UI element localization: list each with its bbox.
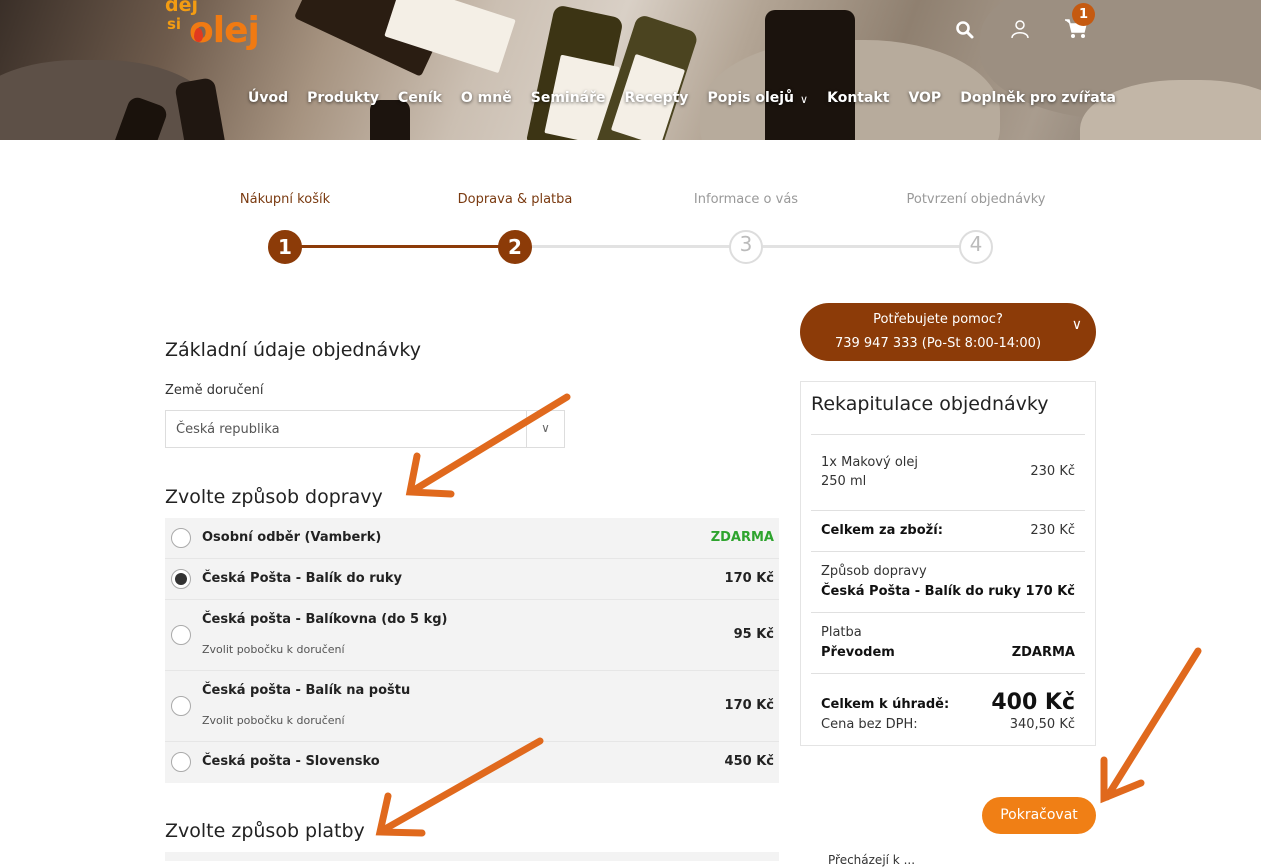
radio-button[interactable] [171,528,191,548]
shipping-option-subtitle[interactable]: Zvolit pobočku k doručení [202,714,345,727]
shipping-option-osobni[interactable]: Osobní odběr (Vamberk) ZDARMA [165,518,779,559]
payment-summary-price: ZDARMA [1011,645,1075,660]
shipping-summary-label: Způsob dopravy [821,564,927,579]
total-label: Celkem k úhradě: [821,697,950,712]
step-circle-3: 3 [729,230,763,264]
radio-button[interactable] [171,752,191,772]
payment-options-list[interactable] [165,852,779,861]
bottle-image [174,77,226,140]
shipping-option-balikovna[interactable]: Česká pošta - Balíkovna (do 5 kg) Zvolit… [165,600,779,671]
payment-title: Zvolte způsob platby [165,820,365,842]
radio-button[interactable] [171,696,191,716]
payment-summary-label: Platba [821,625,862,640]
chevron-down-icon[interactable]: ∨ [800,93,808,106]
shipping-option-balik-na-postu[interactable]: Česká pošta - Balík na poštu Zvolit pobo… [165,671,779,742]
payment-summary-name: Převodem [821,645,895,660]
nav-item-cenik[interactable]: Ceník [398,90,442,106]
logo-text-si: si [167,15,182,33]
main-nav: Úvod Produkty Ceník O mně Semináře Recep… [248,90,1116,106]
shipping-option-balik-do-ruky[interactable]: Česká Pošta - Balík do ruky 170 Kč [165,559,779,600]
search-icon[interactable] [955,20,975,40]
shipping-option-name: Osobní odběr (Vamberk) [202,530,382,545]
shipping-option-name: Česká pošta - Balík na poštu [202,683,411,698]
shipping-option-name: Česká pošta - Balíkovna (do 5 kg) [202,612,448,627]
basic-info-title: Základní údaje objednávky [165,339,421,361]
shipping-option-price: 170 Kč [724,571,774,586]
shipping-summary-price: 170 Kč [1025,584,1075,599]
user-icon[interactable] [1010,19,1030,39]
step-circle-4: 4 [959,230,993,264]
arrow-continue-head [1100,756,1145,804]
nav-item-kontakt[interactable]: Kontakt [827,90,889,106]
arrow-payment-head [375,792,426,837]
step-connector [530,245,730,248]
nav-item-vop[interactable]: VOP [908,90,941,106]
flame-icon [194,28,203,42]
divider [811,612,1085,613]
continue-button[interactable]: Pokračovat [982,797,1096,834]
item-name: 1x Makový olej [821,455,918,470]
goods-total-label: Celkem za zboží: [821,523,943,538]
shipping-option-price: 170 Kč [724,698,774,713]
radio-button[interactable] [171,625,191,645]
shipping-option-price: ZDARMA [710,530,774,545]
nav-item-recepty[interactable]: Recepty [625,90,689,106]
header-banner: dej si olej 1 Úvod Produkty Ceník O mně … [0,0,1261,140]
help-phone[interactable]: 739 947 333 (Po-St 8:00-14:00) [800,336,1076,351]
step-connector [760,245,960,248]
step-label-shipping: Doprava & platba [457,192,573,207]
chevron-down-icon[interactable]: ∨ [1072,317,1082,333]
divider [811,551,1085,552]
order-summary-title: Rekapitulace objednávky [811,393,1049,415]
country-select-value: Česká republika [176,422,280,437]
nav-item-uvod[interactable]: Úvod [248,90,288,106]
cart-count-badge: 1 [1072,3,1095,26]
shipping-option-price: 95 Kč [733,627,774,642]
bottle-image [765,10,855,140]
divider [811,510,1085,511]
nav-item-o-mne[interactable]: O mně [461,90,512,106]
nav-item-popis-oleju[interactable]: Popis olejů [707,90,794,106]
shipping-summary-name: Česká Pošta - Balík do ruky [821,584,1021,599]
country-select[interactable]: Česká republika ∨ [165,410,565,448]
step-circle-1[interactable]: 1 [268,230,302,264]
radio-button-selected[interactable] [171,569,191,589]
item-price: 230 Kč [1030,464,1075,479]
order-summary: Rekapitulace objednávky 1x Makový olej 2… [800,381,1096,746]
step-label-info: Informace o vás [693,192,799,207]
step-label-confirm: Potvrzení objednávky [906,192,1046,207]
bottle-image [370,100,410,140]
nav-item-seminare[interactable]: Semináře [531,90,606,106]
shipping-title: Zvolte způsob dopravy [165,486,383,508]
nav-item-produkty[interactable]: Produkty [307,90,379,106]
divider [811,673,1085,674]
divider [811,434,1085,435]
total-value: 400 Kč [991,690,1075,715]
net-price-value: 340,50 Kč [1009,717,1075,732]
step-circle-2: 2 [498,230,532,264]
goods-total-value: 230 Kč [1030,523,1075,538]
help-title: Potřebujete pomoc? [873,312,1003,327]
arrow-continue [1103,647,1202,801]
item-volume: 250 ml [821,474,867,489]
nav-item-doplnek[interactable]: Doplněk pro zvířata [960,90,1116,106]
help-box[interactable]: Potřebujete pomoc? 739 947 333 (Po-St 8:… [800,303,1096,361]
shipping-option-name: Česká Pošta - Balík do ruky [202,571,402,586]
chevron-down-icon: ∨ [526,411,564,447]
step-label-cart[interactable]: Nákupní košík [185,192,385,207]
shipping-option-price: 450 Kč [724,754,774,769]
bottom-cut-text: Přecházejí k ... [828,853,916,867]
arrow-shipping-head [405,452,455,498]
shipping-option-subtitle[interactable]: Zvolit pobočku k doručení [202,643,345,656]
shipping-option-name: Česká pošta - Slovensko [202,754,380,769]
shipping-option-slovensko[interactable]: Česká pošta - Slovensko 450 Kč [165,742,779,783]
step-connector [300,245,501,248]
country-label: Země doručení [165,383,264,398]
site-logo[interactable]: dej si olej [163,0,260,64]
net-price-label: Cena bez DPH: [821,717,918,732]
